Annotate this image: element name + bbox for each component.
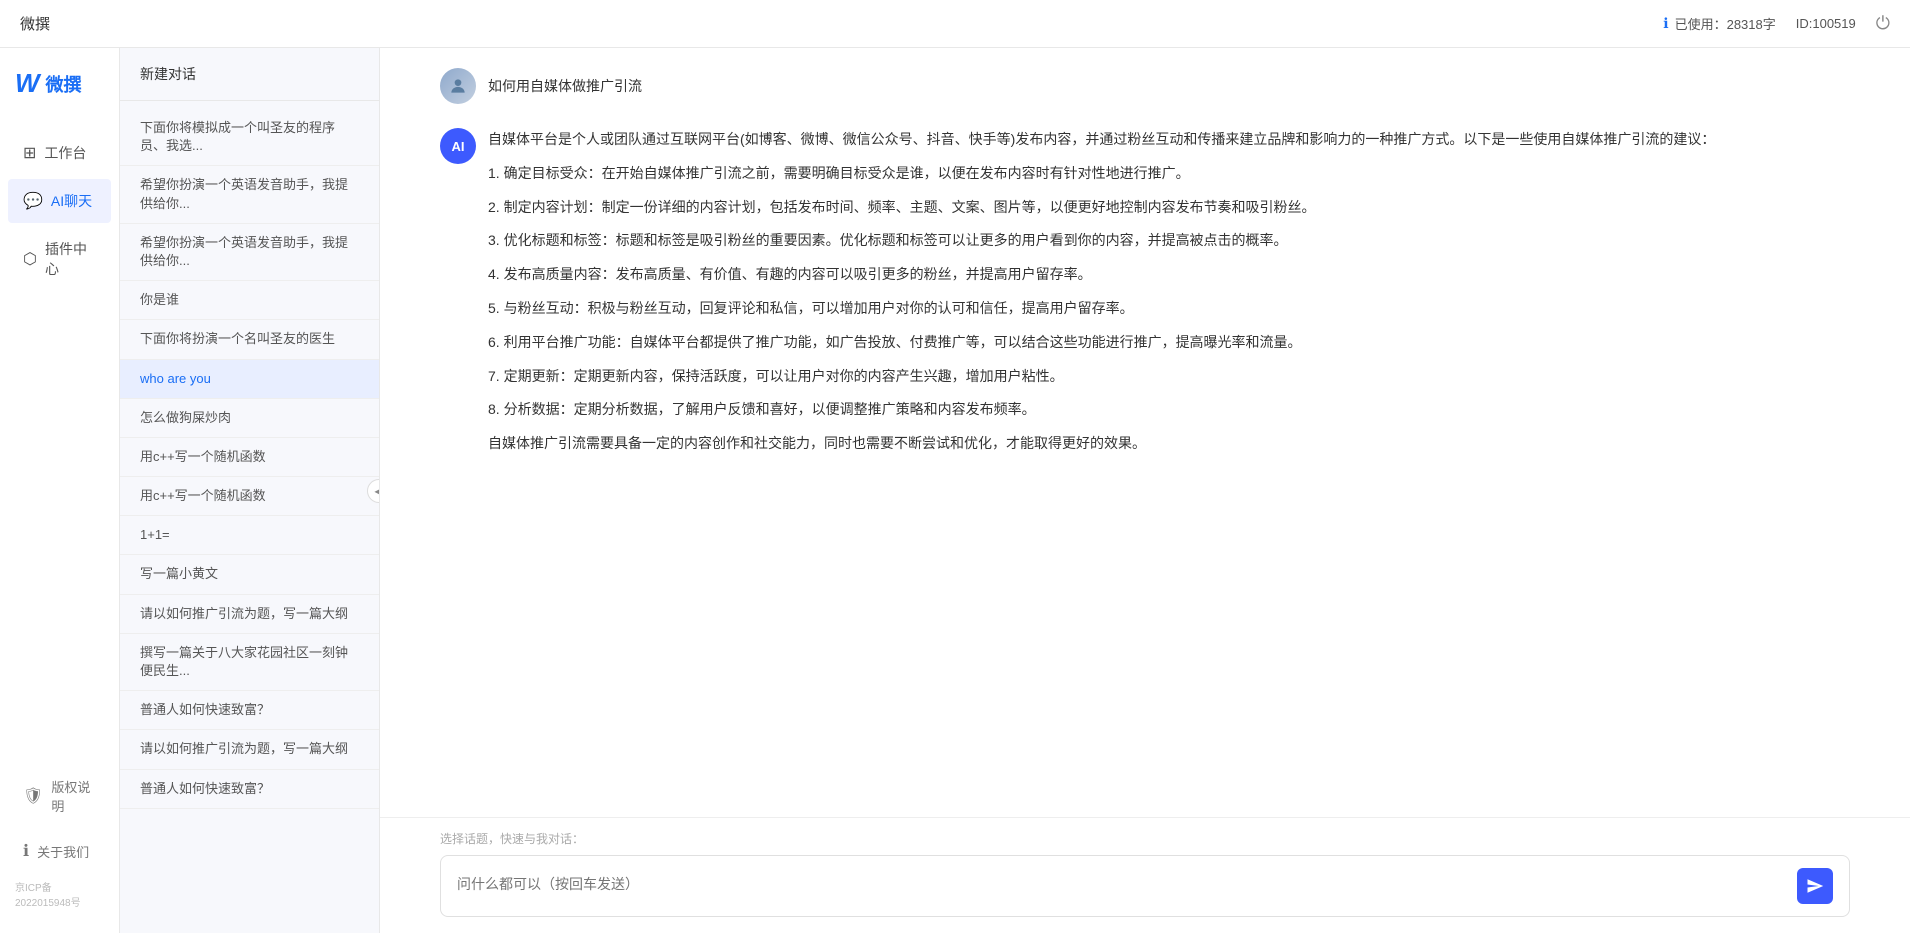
chat-input[interactable] — [457, 874, 1787, 898]
chat-history-item[interactable]: 1+1= — [120, 516, 379, 555]
plugin-icon: ⬡ — [23, 249, 37, 269]
chat-sidebar-header: 新建对话 — [120, 48, 379, 101]
chat-icon: 💬 — [23, 191, 43, 211]
input-box — [440, 855, 1850, 917]
usage-section: ℹ 已使用：28318字 — [1663, 14, 1775, 33]
send-icon — [1806, 877, 1824, 895]
user-message-row: 如何用自媒体做推广引流 — [440, 68, 1850, 104]
nav-logo: W 微撰 — [0, 68, 119, 129]
chat-history-item[interactable]: 写一篇小黄文 — [120, 555, 379, 594]
ai-response-intro: 自媒体平台是个人或团队通过互联网平台(如博客、微博、微信公众号、抖音、快手等)发… — [488, 128, 1850, 152]
chat-history-item[interactable]: 怎么做狗屎炒肉 — [120, 399, 379, 438]
topbar: 微撰 ℹ 已使用：28318字 ID:100519 ⏻ — [0, 0, 1910, 48]
chat-history-item[interactable]: 撰写一篇关于八大家花园社区一刻钟便民生... — [120, 634, 379, 691]
chat-history-item[interactable]: 希望你扮演一个英语发音助手，我提供给你... — [120, 224, 379, 281]
chat-history-item[interactable]: 请以如何推广引流为题，写一篇大纲 — [120, 595, 379, 634]
new-chat-button[interactable]: 新建对话 — [140, 66, 196, 82]
chat-history-item[interactable]: 请以如何推广引流为题，写一篇大纲 — [120, 730, 379, 769]
sidebar-item-copyright[interactable]: 🛡 版权说明 — [8, 765, 111, 827]
chat-history-item[interactable]: 希望你扮演一个英语发音助手，我提供给你... — [120, 166, 379, 223]
ai-response-point-8: 8. 分析数据：定期分析数据，了解用户反馈和喜好，以便调整推广策略和内容发布频率… — [488, 398, 1850, 422]
topbar-right: ℹ 已使用：28318字 ID:100519 ⏻ — [1663, 13, 1890, 34]
nav-bottom: 🛡 版权说明 ℹ 关于我们 京ICP备2022015948号 — [0, 763, 119, 913]
user-avatar-icon — [448, 76, 468, 96]
chat-history-item[interactable]: 下面你将扮演一个名叫圣友的医生 — [120, 320, 379, 359]
chat-sidebar: 新建对话 下面你将模拟成一个叫圣友的程序员、我选...希望你扮演一个英语发音助手… — [120, 48, 380, 933]
shield-icon: 🛡 — [23, 786, 43, 806]
info-circle-icon: ℹ — [23, 841, 29, 861]
chat-history-item[interactable]: 下面你将模拟成一个叫圣友的程序员、我选... — [120, 109, 379, 166]
power-icon[interactable]: ⏻ — [1876, 13, 1890, 34]
sidebar-item-workbench[interactable]: ⊞ 工作台 — [8, 131, 111, 175]
ai-avatar: AI — [440, 128, 476, 164]
chat-main: 如何用自媒体做推广引流 AI 自媒体平台是个人或团队通过互联网平台(如博客、微博… — [380, 48, 1910, 933]
sidebar-item-about[interactable]: ℹ 关于我们 — [8, 829, 111, 873]
sidebar-item-label: 关于我们 — [37, 842, 89, 861]
usage-label: 已使用：28318字 — [1675, 14, 1776, 33]
chat-history-item[interactable]: 普通人如何快速致富？ — [120, 691, 379, 730]
ai-response-point-6: 6. 利用平台推广功能：自媒体平台都提供了推广功能，如广告投放、付费推广等，可以… — [488, 331, 1850, 355]
ai-message-content: 自媒体平台是个人或团队通过互联网平台(如博客、微博、微信公众号、抖音、快手等)发… — [488, 128, 1850, 466]
sidebar-item-label: AI聊天 — [51, 191, 92, 211]
chat-history-item[interactable]: who are you — [120, 360, 379, 399]
ai-response-point-4: 4. 发布高质量内容：发布高质量、有价值、有趣的内容可以吸引更多的粉丝，并提高用… — [488, 263, 1850, 287]
ai-response-conclusion: 自媒体推广引流需要具备一定的内容创作和社交能力，同时也需要不断尝试和优化，才能取… — [488, 432, 1850, 456]
id-label: ID:100519 — [1796, 16, 1856, 31]
ai-response-point-2: 2. 制定内容计划：制定一份详细的内容计划，包括发布时间、频率、主题、文案、图片… — [488, 196, 1850, 220]
sidebar-item-plugin-center[interactable]: ⬡ 插件中心 — [8, 227, 111, 291]
icp-text: 京ICP备2022015948号 — [0, 875, 119, 913]
chat-history-list: 下面你将模拟成一个叫圣友的程序员、我选...希望你扮演一个英语发音助手，我提供给… — [120, 101, 379, 933]
ai-response-point-5: 5. 与粉丝互动：积极与粉丝互动，回复评论和私信，可以增加用户对你的认可和信任，… — [488, 297, 1850, 321]
ai-message-row: AI 自媒体平台是个人或团队通过互联网平台(如博客、微博、微信公众号、抖音、快手… — [440, 128, 1850, 466]
sidebar-item-ai-chat[interactable]: 💬 AI聊天 — [8, 179, 111, 223]
quick-topics-label: 选择话题，快速与我对话： — [440, 830, 1850, 847]
sidebar-item-label: 插件中心 — [45, 239, 96, 279]
chat-history-item[interactable]: 用c++写一个随机函数 — [120, 477, 379, 516]
user-message-text: 如何用自媒体做推广引流 — [488, 68, 642, 96]
ai-response-point-3: 3. 优化标题和标签：标题和标签是吸引粉丝的重要因素。优化标题和标签可以让更多的… — [488, 229, 1850, 253]
chat-history-item[interactable]: 用c++写一个随机函数 — [120, 438, 379, 477]
send-button[interactable] — [1797, 868, 1833, 904]
main-layout: W 微撰 ⊞ 工作台 💬 AI聊天 ⬡ 插件中心 🛡 版权说明 ℹ 关于我们 京… — [0, 48, 1910, 933]
chat-messages: 如何用自媒体做推广引流 AI 自媒体平台是个人或团队通过互联网平台(如博客、微博… — [380, 48, 1910, 817]
sidebar-item-label: 版权说明 — [51, 777, 96, 815]
chat-history-item[interactable]: 你是谁 — [120, 281, 379, 320]
ai-response-point-7: 7. 定期更新：定期更新内容，保持活跃度，可以让用户对你的内容产生兴趣，增加用户… — [488, 365, 1850, 389]
ai-response-point-1: 1. 确定目标受众：在开始自媒体推广引流之前，需要明确目标受众是谁，以便在发布内… — [488, 162, 1850, 186]
nav-sidebar: W 微撰 ⊞ 工作台 💬 AI聊天 ⬡ 插件中心 🛡 版权说明 ℹ 关于我们 京… — [0, 48, 120, 933]
logo-w: W — [15, 68, 40, 99]
topbar-title: 微撰 — [20, 13, 50, 34]
chat-history-item[interactable]: 普通人如何快速致富？ — [120, 770, 379, 809]
info-icon: ℹ — [1663, 15, 1668, 32]
sidebar-item-label: 工作台 — [44, 143, 86, 163]
chat-input-area: 选择话题，快速与我对话： — [380, 817, 1910, 933]
user-avatar — [440, 68, 476, 104]
grid-icon: ⊞ — [23, 143, 36, 163]
logo-text: 微撰 — [46, 71, 82, 97]
